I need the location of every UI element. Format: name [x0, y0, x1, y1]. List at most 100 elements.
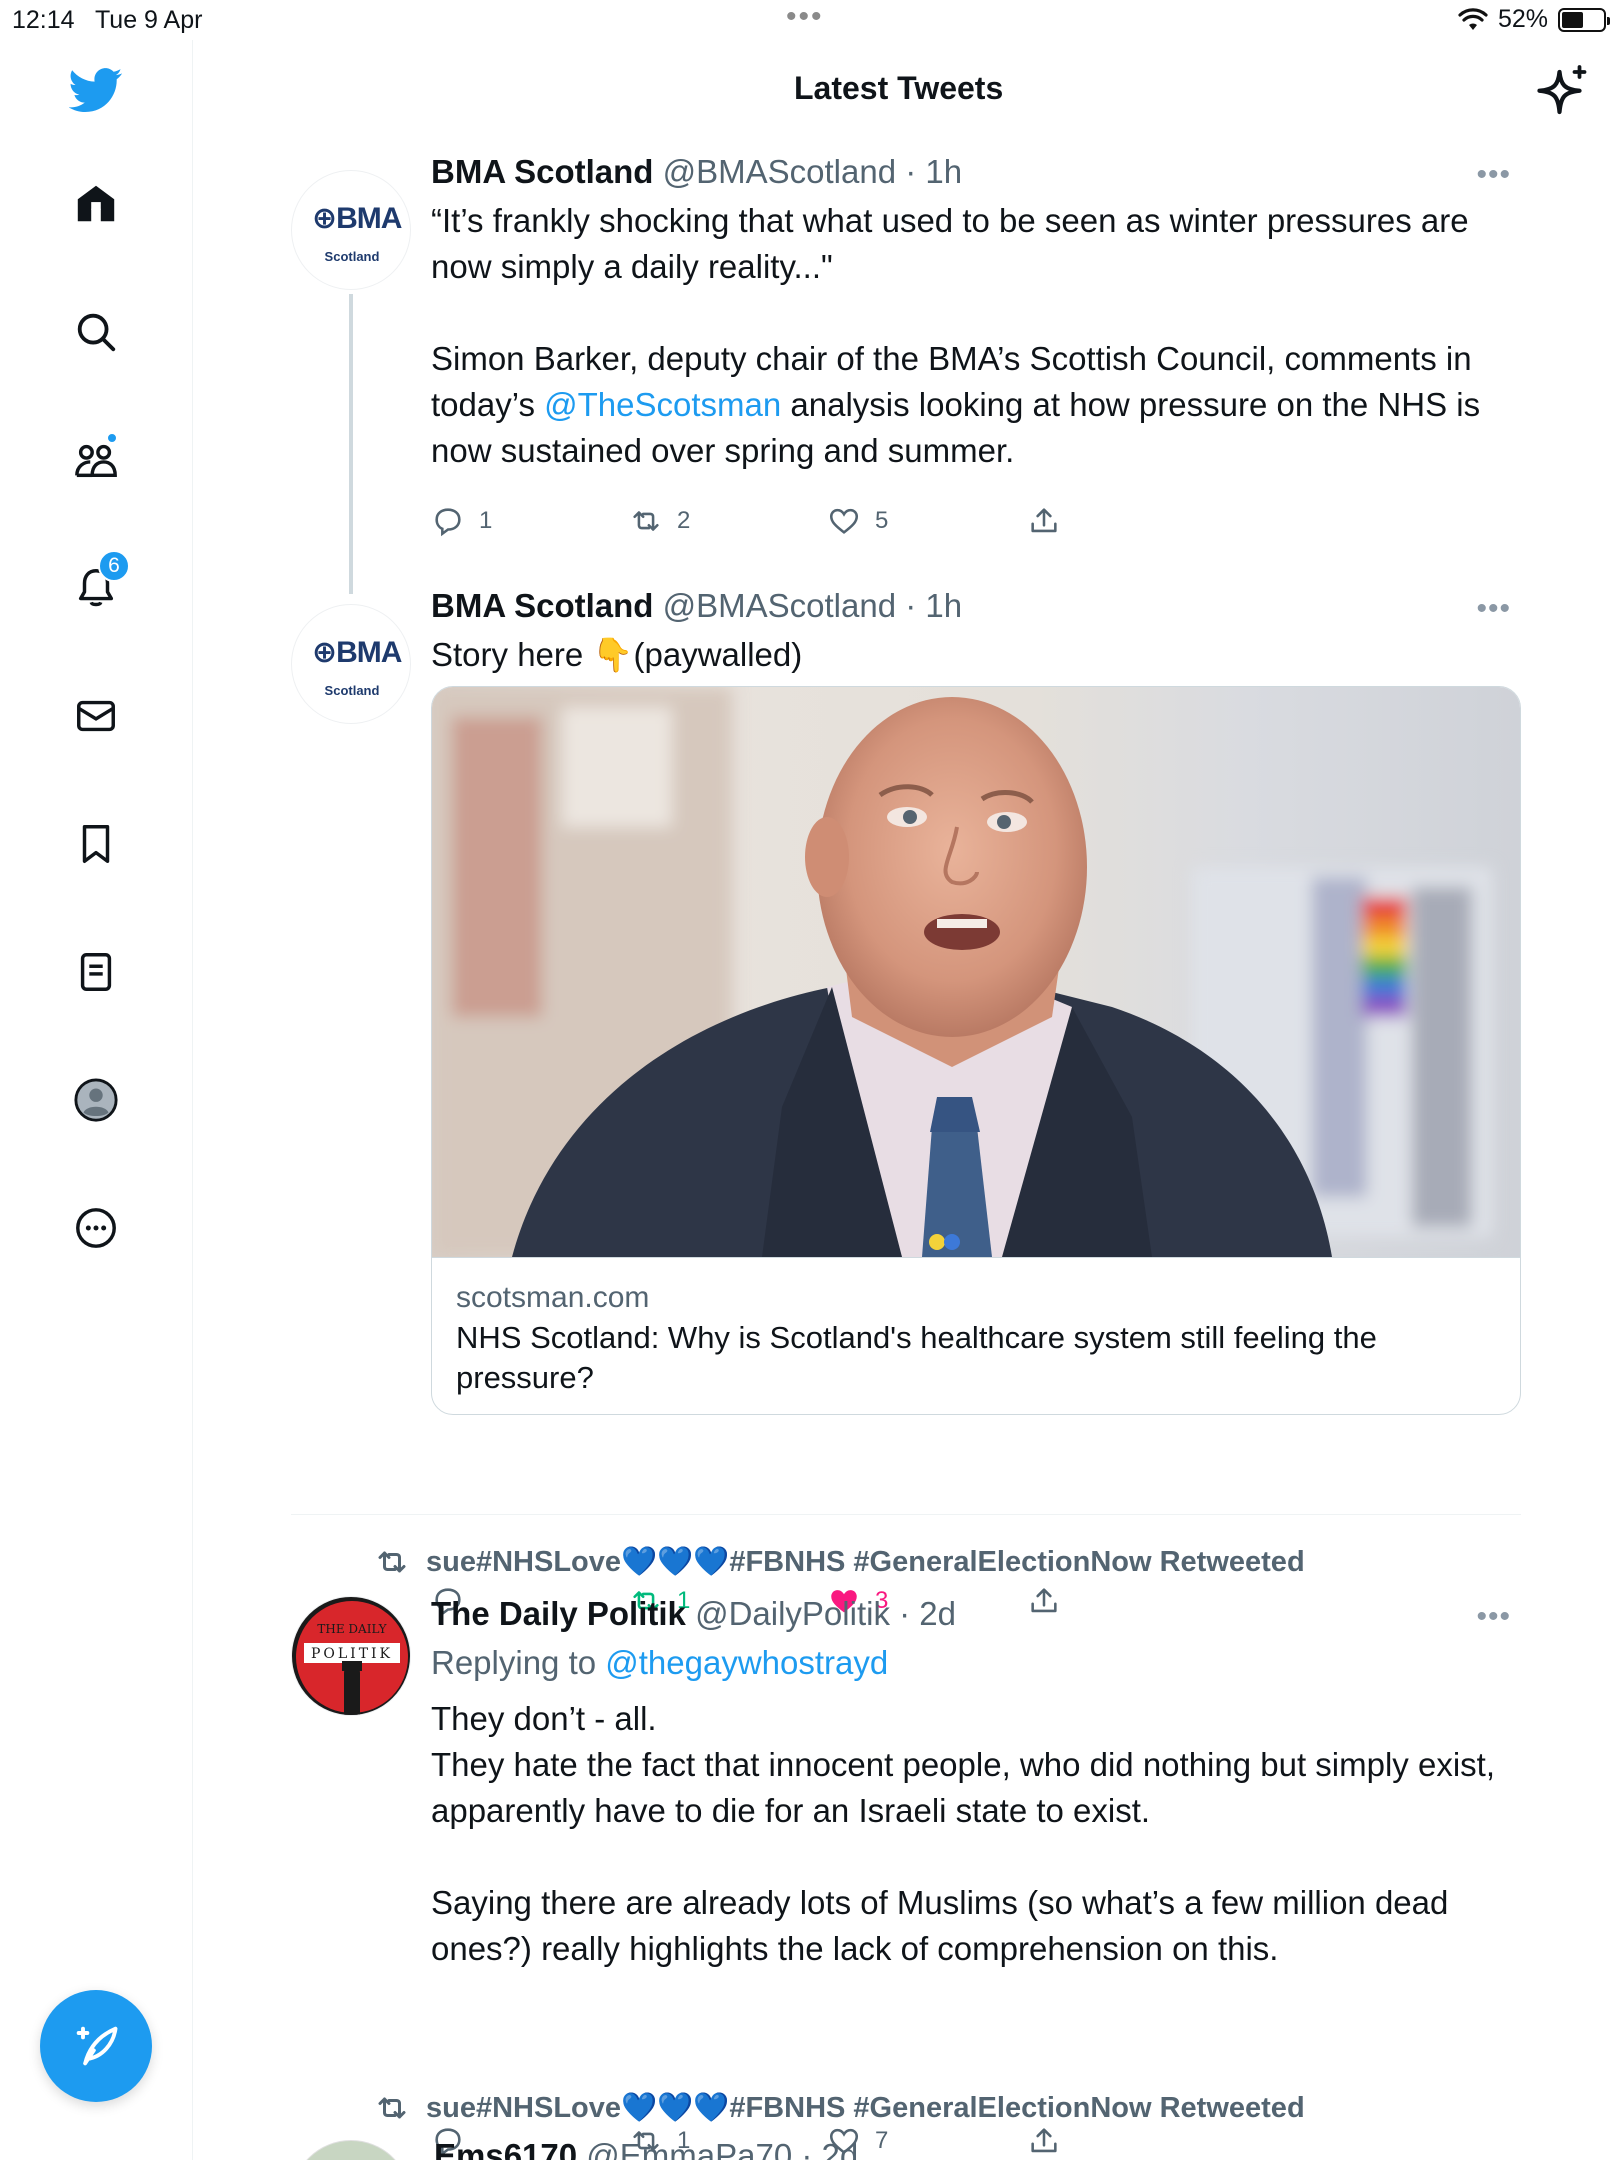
tweet-body: BMA Scotland @BMAScotland · 1h ••• “It’s… — [431, 152, 1511, 537]
bma-logo-subtitle: Scotland — [324, 683, 380, 698]
author-handle[interactable]: @EmmaPa70 — [586, 2137, 792, 2160]
communities-dot — [106, 432, 118, 444]
compose-icon — [76, 2026, 118, 2066]
retweet-count: 2 — [677, 507, 691, 534]
retweet-icon — [378, 1551, 406, 1573]
retweeted-by-text: sue#NHSLove💙💙💙#FBNHS #GeneralElectionNow… — [426, 2092, 1305, 2124]
replying-to-link[interactable]: @thegaywhostrayd — [605, 1644, 888, 1681]
status-time: 12:14 Tue 9 Apr — [12, 6, 203, 34]
twitter-bird-icon — [69, 68, 123, 113]
notification-badge: 6 — [98, 550, 130, 582]
article-image — [432, 687, 1520, 1257]
like-count: 5 — [875, 507, 889, 534]
reply-count: 1 — [479, 507, 493, 534]
tweet-time: · 1h — [905, 587, 963, 624]
author-name[interactable]: The Daily Politik — [431, 1595, 686, 1632]
sidebar: 6 — [0, 40, 193, 2160]
avatar[interactable]: ⊕BMA Scotland — [291, 604, 411, 724]
tweet-header: BMA Scotland @BMAScotland · 1h — [431, 152, 1511, 192]
twitter-logo[interactable] — [56, 50, 136, 130]
like-count: 7 — [875, 2127, 889, 2154]
more-options-icon[interactable]: ••• — [1476, 158, 1511, 192]
mail-icon — [77, 700, 115, 732]
status-right: 52% — [1458, 5, 1610, 34]
sidebar-item-profile[interactable] — [56, 1060, 136, 1140]
more-options-icon[interactable]: ••• — [1476, 1600, 1511, 1634]
sparkle-icon[interactable] — [1532, 62, 1592, 122]
tweet-body: The Daily Politik @DailyPolitik · 2d •••… — [431, 1594, 1511, 2157]
daily-politik-logo: THE DAILY POLITIK — [296, 1601, 408, 1715]
author-name[interactable]: BMA Scotland — [431, 153, 653, 190]
author-handle[interactable]: @BMAScotland — [663, 587, 896, 624]
reply-button[interactable]: 1 — [431, 504, 492, 538]
retweet-icon — [378, 2097, 406, 2119]
avatar[interactable]: ⊕BMA Scotland — [291, 170, 411, 290]
more-circle-icon — [76, 1208, 116, 1248]
bookmark-icon — [82, 825, 110, 863]
thread-line — [349, 294, 353, 594]
retweeted-by[interactable]: sue#NHSLove💙💙💙#FBNHS #GeneralElectionNow… — [374, 1544, 1305, 1580]
replying-to: Replying to @thegaywhostrayd — [431, 1640, 1511, 1686]
share-button[interactable] — [1027, 2124, 1061, 2158]
retweet-button[interactable]: 2 — [629, 504, 690, 538]
multitasking-dots[interactable]: ••• — [786, 0, 824, 34]
reply-icon — [435, 508, 461, 537]
author-handle[interactable]: @BMAScotland — [663, 153, 896, 190]
sidebar-item-more[interactable] — [56, 1188, 136, 1268]
tweet-header: BMA Scotland @BMAScotland · 1h — [431, 586, 1511, 626]
retweeted-by-text: sue#NHSLove💙💙💙#FBNHS #GeneralElectionNow… — [426, 1546, 1305, 1578]
bma-logo: ⊕BMA — [312, 202, 402, 235]
battery-percent: 52% — [1497, 5, 1548, 33]
retweet-icon — [633, 511, 659, 531]
share-icon — [1031, 2128, 1057, 2153]
card-domain: scotsman.com — [456, 1281, 650, 1314]
more-options-icon[interactable]: ••• — [1476, 592, 1511, 626]
sidebar-item-lists[interactable] — [56, 932, 136, 1012]
page-title: Latest Tweets — [794, 70, 1004, 106]
share-button[interactable] — [1027, 504, 1061, 538]
tweet-time: · 2d — [801, 2137, 859, 2160]
like-button[interactable]: 5 — [827, 504, 888, 538]
logo-text-2: POLITIK — [311, 1646, 393, 1662]
author-name[interactable]: BMA Scotland — [431, 587, 653, 624]
sidebar-item-notifications[interactable]: 6 — [56, 548, 136, 628]
sidebar-item-communities[interactable] — [56, 420, 136, 500]
avatar[interactable]: THE DAILY POLITIK — [291, 1596, 411, 1716]
tweet-body: BMA Scotland @BMAScotland · 1h ••• Story… — [431, 586, 1521, 1617]
bma-logo-subtitle: Scotland — [324, 249, 380, 264]
tweet-divider — [291, 1514, 1521, 1515]
home-icon — [77, 185, 115, 222]
author-name[interactable]: Ems6170 — [434, 2137, 577, 2160]
mention-link[interactable]: @TheScotsman — [544, 386, 781, 423]
retweeted-by[interactable]: sue#NHSLove💙💙💙#FBNHS #GeneralElectionNow… — [374, 2090, 1305, 2126]
bma-logo: ⊕BMA — [312, 636, 402, 669]
logo-text-1: THE DAILY — [317, 1622, 387, 1636]
search-icon — [77, 313, 116, 352]
article-photo — [432, 687, 1492, 1257]
author-handle[interactable]: @DailyPolitik — [695, 1595, 890, 1632]
tweet-text: Story here 👇(paywalled) — [431, 636, 803, 673]
link-card[interactable]: scotsman.com NHS Scotland: Why is Scotla… — [431, 686, 1521, 1415]
lists-icon — [80, 953, 112, 991]
wifi-icon — [1458, 7, 1488, 30]
avatar[interactable] — [291, 2140, 411, 2160]
share-icon — [1031, 508, 1057, 533]
tweet-time: · 1h — [905, 153, 963, 190]
sidebar-item-search[interactable] — [56, 292, 136, 372]
heart-icon — [829, 508, 859, 534]
compose-button[interactable] — [40, 1990, 152, 2102]
card-meta: scotsman.com NHS Scotland: Why is Scotla… — [432, 1257, 1520, 1414]
card-title: NHS Scotland: Why is Scotland's healthca… — [456, 1320, 1377, 1395]
timeline-header: Latest Tweets — [194, 40, 1620, 140]
tweet-text: They don’t - all. They hate the fact tha… — [431, 1700, 1495, 1967]
tweet-time: · 2d — [899, 1595, 956, 1632]
sidebar-item-bookmarks[interactable] — [56, 804, 136, 884]
tweet-header: The Daily Politik @DailyPolitik · 2d — [431, 1594, 1511, 1634]
tweet-header: Ems6170 @EmmaPa70 · 2d — [434, 2136, 858, 2160]
sidebar-item-messages[interactable] — [56, 676, 136, 756]
replying-to-prefix: Replying to — [431, 1644, 606, 1681]
battery-icon — [1558, 7, 1610, 32]
sidebar-item-home[interactable] — [56, 164, 136, 244]
tweet-actions: 1 2 5 — [431, 504, 1151, 548]
tweet-text: “It’s frankly shocking that what used to… — [431, 198, 1511, 474]
